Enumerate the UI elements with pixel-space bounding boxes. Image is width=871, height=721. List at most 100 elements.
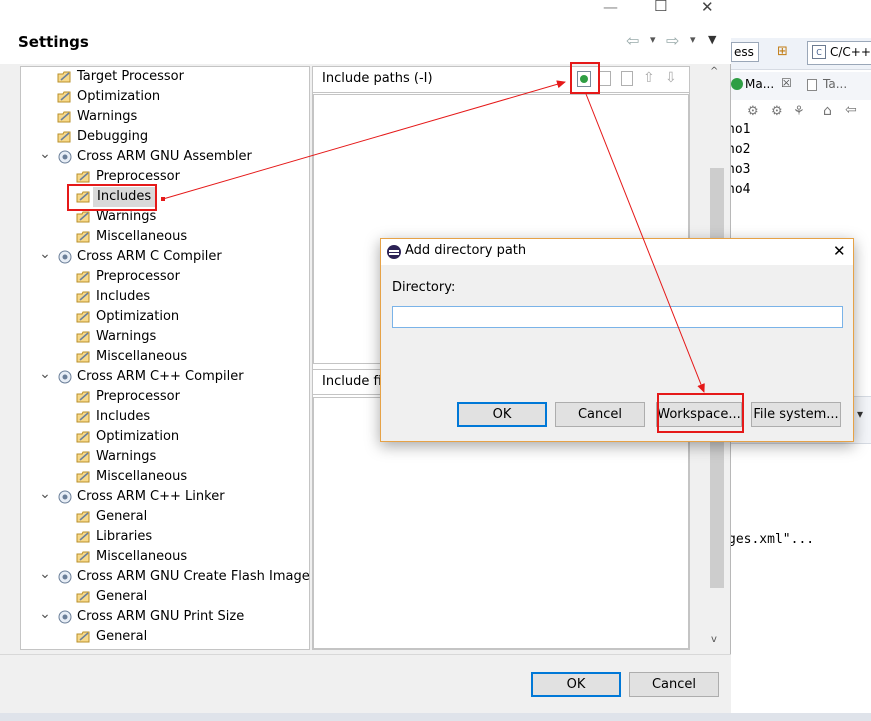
chevron-down-icon[interactable]: ⌄ <box>39 247 51 261</box>
tree-item[interactable]: Preprocessor <box>21 267 309 287</box>
tree-item[interactable]: Target Processor <box>21 67 309 87</box>
folder-settings-icon <box>76 629 92 645</box>
tree-item[interactable]: ⌄ Cross ARM C Compiler <box>21 247 309 267</box>
chevron-down-icon[interactable]: ⌄ <box>39 567 51 581</box>
folder-settings-icon <box>76 469 92 485</box>
open-perspective-icon[interactable]: ⊞ <box>777 44 793 60</box>
gear-icon[interactable]: ⚙ <box>747 104 759 119</box>
tree-item[interactable]: Warnings <box>21 207 309 227</box>
home-icon[interactable]: ⌂ <box>823 103 832 119</box>
dialog-title: Add directory path <box>405 243 527 258</box>
add-from-workspace-icon[interactable] <box>599 71 611 86</box>
tree-item[interactable]: Miscellaneous <box>21 347 309 367</box>
tree-item-label: Optimization <box>96 429 180 444</box>
tree-item[interactable]: General <box>21 587 309 607</box>
tree-item[interactable]: Includes <box>21 187 309 207</box>
view-tab-ma[interactable]: Ma... <box>745 77 774 91</box>
tree-item[interactable]: ⌄ Cross ARM C++ Compiler <box>21 367 309 387</box>
chevron-down-icon[interactable]: ▾ <box>650 33 656 46</box>
tree-item[interactable]: ⌄ Cross ARM GNU Print Size <box>21 607 309 627</box>
forward-icon[interactable]: ⇨ <box>666 31 679 50</box>
dropdown-icon[interactable]: ▾ <box>857 407 863 421</box>
eclipse-icon <box>387 245 401 259</box>
back-icon[interactable]: ⇦ <box>845 102 857 118</box>
perspective-label: C/C++ <box>830 45 871 59</box>
minimize-button[interactable]: — <box>603 0 618 16</box>
tree-item[interactable]: Optimization <box>21 427 309 447</box>
folder-settings-icon <box>76 209 92 225</box>
tasks-icon <box>807 79 817 91</box>
tree-item[interactable]: Warnings <box>21 327 309 347</box>
ide-view-toolbar: ⚙ ⚙ ⚘ ⌂ ⇦ <box>731 100 871 124</box>
tree-item[interactable]: Miscellaneous <box>21 227 309 247</box>
ide-view-tabs: Ma... ☒ Ta... <box>731 72 871 100</box>
ok-button[interactable]: OK <box>531 672 621 697</box>
chevron-down-icon[interactable]: ▾ <box>690 33 696 46</box>
tree-item[interactable]: Debugging <box>21 127 309 147</box>
view-menu-icon[interactable]: ▼ <box>708 33 716 46</box>
view-tab-ta[interactable]: Ta... <box>823 77 847 91</box>
dialog-footer: OK Cancel <box>0 654 731 713</box>
dialog-cancel-button[interactable]: Cancel <box>555 402 645 427</box>
cancel-button[interactable]: Cancel <box>629 672 719 697</box>
tree-item[interactable]: Includes <box>21 407 309 427</box>
folder-settings-icon <box>76 449 92 465</box>
tree-item[interactable]: Preprocessor <box>21 167 309 187</box>
folder-settings-icon <box>76 509 92 525</box>
quick-access-input[interactable]: ess <box>731 42 759 62</box>
folder-settings-icon <box>76 169 92 185</box>
folder-settings-icon <box>76 289 92 305</box>
folder-settings-icon <box>57 109 73 125</box>
tool-settings-icon <box>57 249 73 265</box>
edit-icon[interactable] <box>621 71 633 86</box>
folder-settings-icon <box>76 529 92 545</box>
tree-item-label: Cross ARM GNU Assembler <box>77 149 252 164</box>
maximize-button[interactable]: ☐ <box>654 0 667 15</box>
settings-header: Settings ⇦ ▾ ⇨ ▾ ▼ <box>0 20 731 64</box>
tree-item[interactable]: Optimization <box>21 87 309 107</box>
ide-list: no1 no2 no3 no4 <box>727 122 871 206</box>
tree-item[interactable]: Warnings <box>21 447 309 467</box>
scroll-up-icon[interactable]: ^ <box>710 66 718 77</box>
dialog-titlebar: Add directory path ✕ <box>381 239 853 265</box>
tree-item[interactable]: Includes <box>21 287 309 307</box>
tree-item[interactable]: Miscellaneous <box>21 547 309 567</box>
tree-item[interactable]: Warnings <box>21 107 309 127</box>
move-up-icon[interactable]: ⇧ <box>643 70 655 86</box>
tree-item-label: Optimization <box>96 309 180 324</box>
back-icon[interactable]: ⇦ <box>626 31 639 50</box>
tree-item[interactable]: Libraries <box>21 527 309 547</box>
chevron-down-icon[interactable]: ⌄ <box>39 367 51 381</box>
tree-item-label: General <box>96 509 148 524</box>
tree-item[interactable]: General <box>21 627 309 647</box>
chevron-down-icon[interactable]: ⌄ <box>39 147 51 161</box>
gear-icon[interactable]: ⚙ <box>771 104 783 119</box>
close-icon[interactable]: ☒ <box>781 76 792 90</box>
scroll-down-icon[interactable]: v <box>711 634 717 645</box>
tree-item[interactable]: ⌄ Cross ARM C++ Linker <box>21 487 309 507</box>
tree-item-label: General <box>96 589 148 604</box>
chevron-down-icon[interactable]: ⌄ <box>39 487 51 501</box>
move-down-icon[interactable]: ⇩ <box>665 70 677 86</box>
chevron-down-icon[interactable]: ⌄ <box>39 607 51 621</box>
file-system-button[interactable]: File system... <box>751 402 841 427</box>
annotation-box-includes <box>67 184 157 211</box>
tree-item[interactable]: Optimization <box>21 307 309 327</box>
folder-settings-icon <box>76 389 92 405</box>
folder-settings-icon <box>76 549 92 565</box>
tool-settings-icon <box>57 569 73 585</box>
tree-item[interactable]: Miscellaneous <box>21 467 309 487</box>
tree-item[interactable]: General <box>21 507 309 527</box>
window-close-button[interactable]: ✕ <box>701 0 714 16</box>
tree-item[interactable]: Preprocessor <box>21 387 309 407</box>
folder-settings-icon <box>76 229 92 245</box>
dialog-close-button[interactable]: ✕ <box>833 242 846 260</box>
directory-input[interactable] <box>392 306 843 328</box>
dialog-ok-button[interactable]: OK <box>457 402 547 427</box>
tree-item-label: General <box>96 629 148 644</box>
cpp-perspective-icon: C <box>812 45 826 59</box>
perspective-button[interactable]: C C/C++ <box>807 41 871 65</box>
filter-icon[interactable]: ⚘ <box>793 104 805 119</box>
tree-item[interactable]: ⌄ Cross ARM GNU Create Flash Image <box>21 567 309 587</box>
tree-item[interactable]: ⌄ Cross ARM GNU Assembler <box>21 147 309 167</box>
